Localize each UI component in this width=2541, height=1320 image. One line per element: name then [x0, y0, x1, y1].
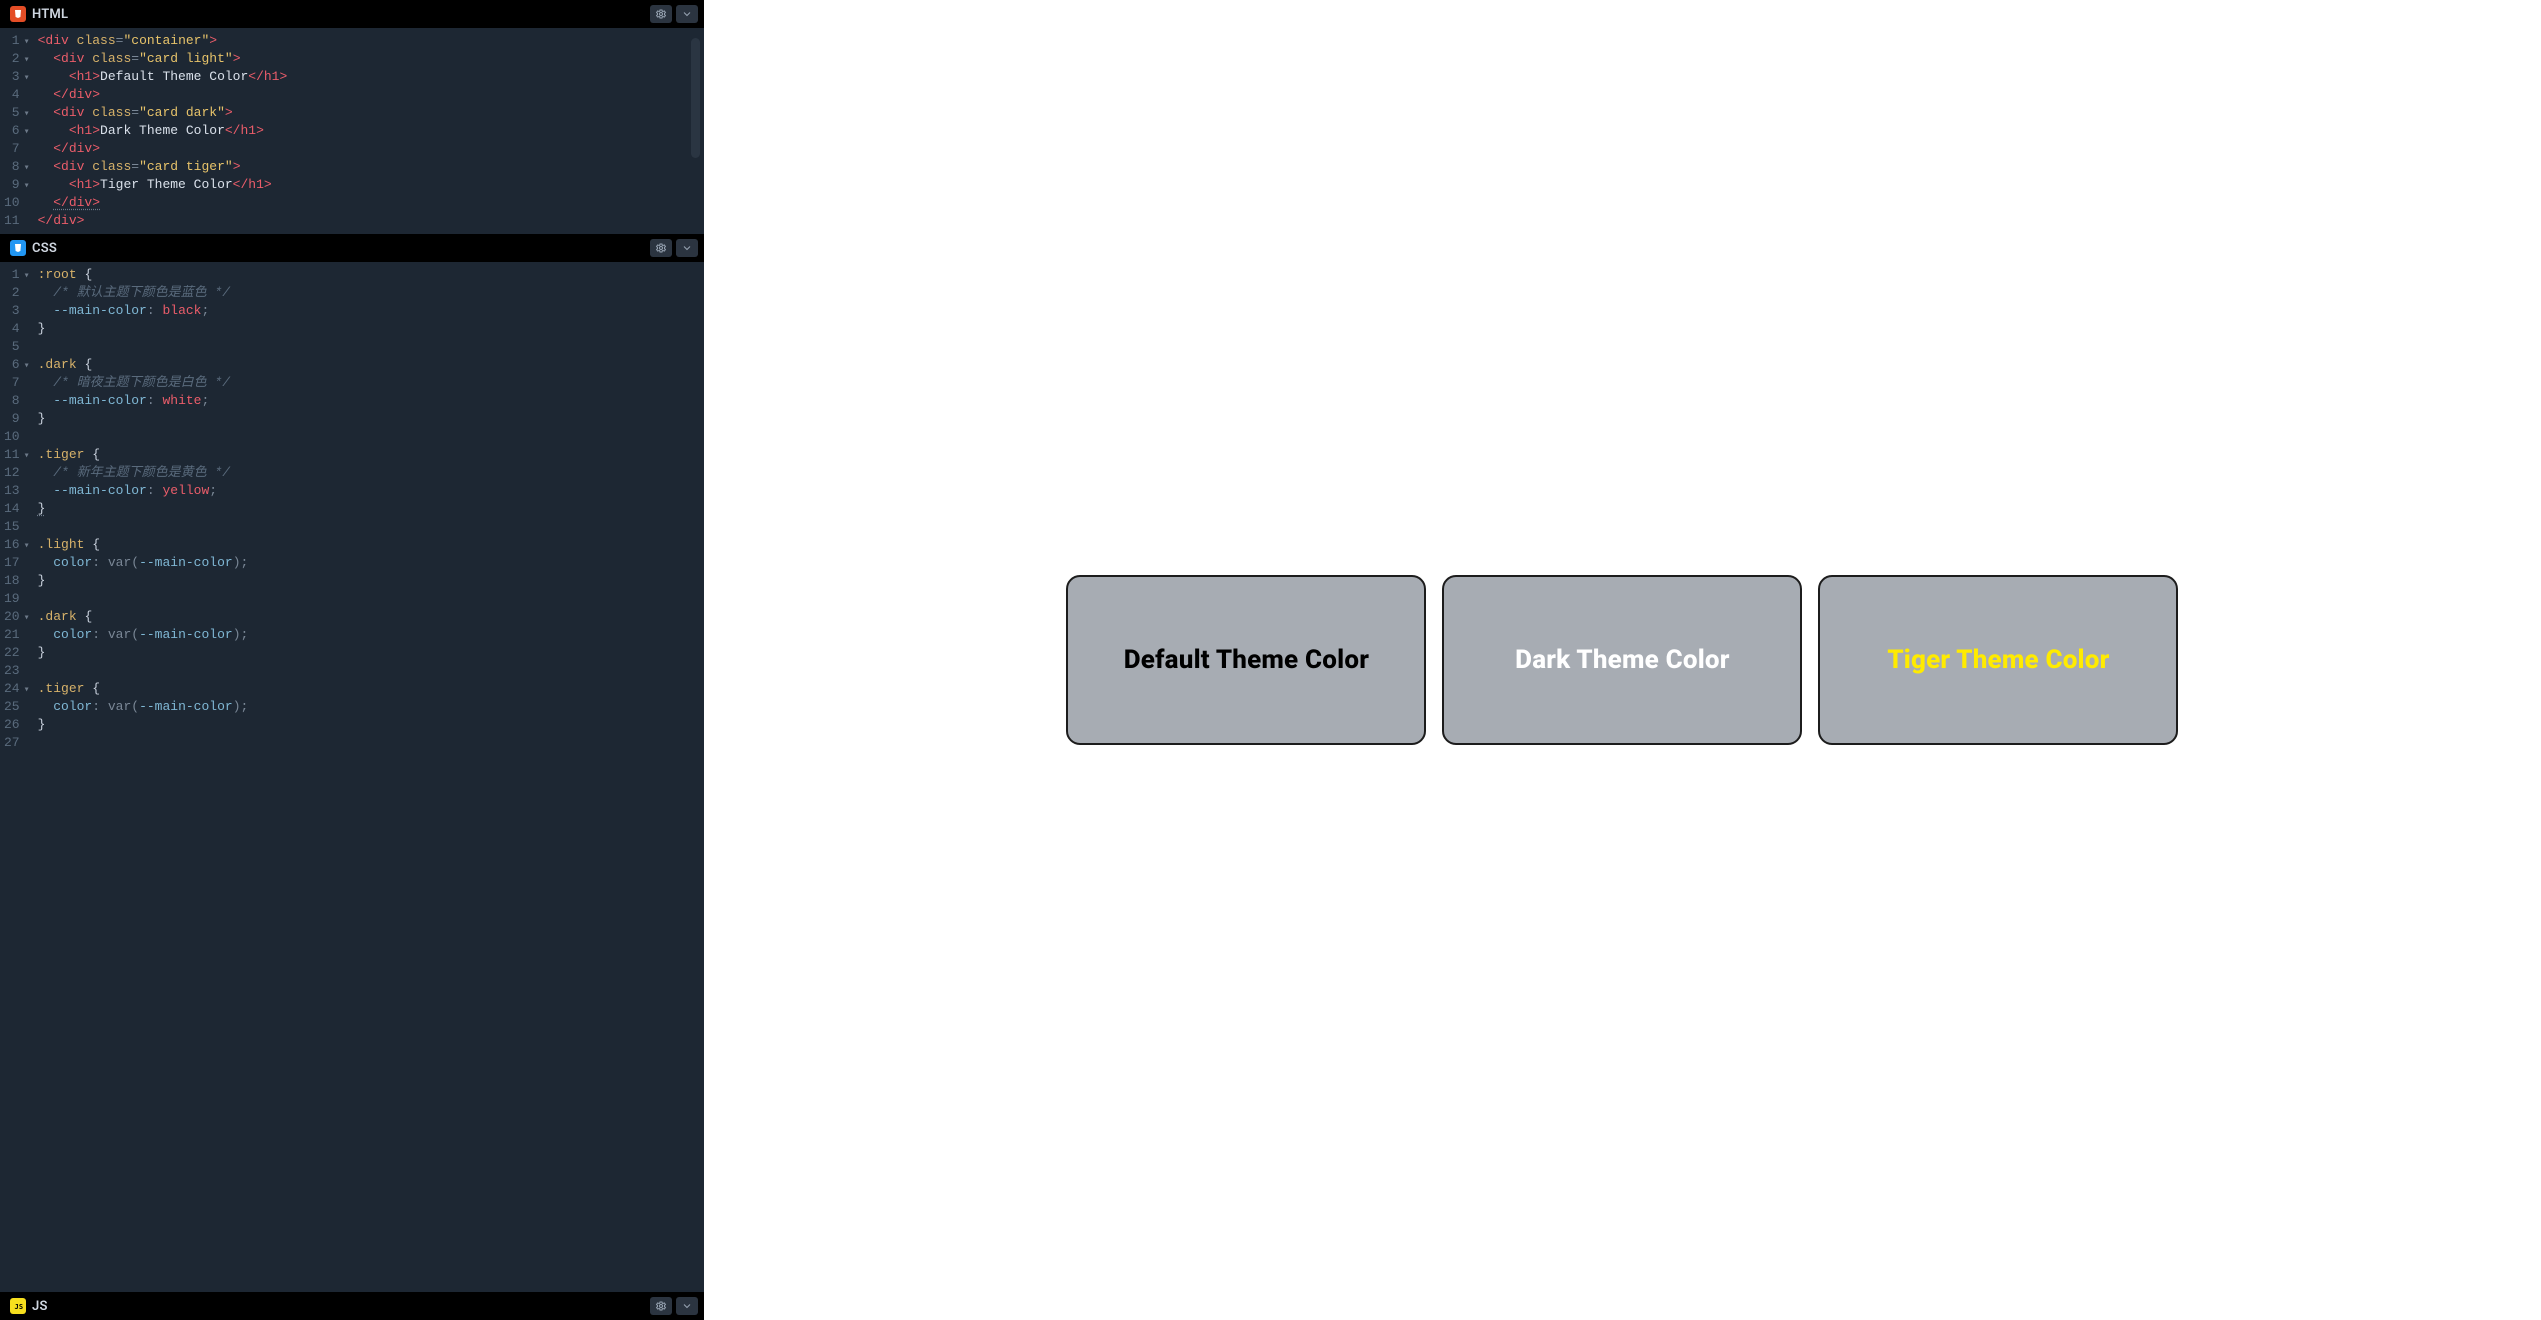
card-dark-heading: Dark Theme Color [1515, 645, 1729, 675]
panel-js-header: JS JS [0, 1292, 704, 1320]
card-light: Default Theme Color [1066, 575, 1426, 745]
js-icon: JS [10, 1298, 26, 1314]
code-editor-html[interactable]: 1 ▾2 ▾3 ▾4 5 ▾6 ▾7 8 ▾9 ▾10 11 <div clas… [0, 28, 704, 234]
gear-icon[interactable] [650, 1297, 672, 1315]
panel-js-title[interactable]: JS JS [6, 1298, 52, 1314]
card-tiger-heading: Tiger Theme Color [1887, 645, 2109, 675]
panel-html-title[interactable]: HTML [6, 6, 72, 22]
panel-css: CSS 1 ▾2 3 4 5 6 ▾7 8 9 10 11 ▾12 13 14 … [0, 234, 704, 1292]
chevron-down-icon[interactable] [676, 239, 698, 257]
panel-js-label: JS [32, 1299, 48, 1314]
panel-html: HTML 1 ▾2 ▾3 ▾4 5 ▾6 ▾7 8 ▾9 ▾10 11 <div… [0, 0, 704, 234]
card-tiger: Tiger Theme Color [1818, 575, 2178, 745]
chevron-down-icon[interactable] [676, 5, 698, 23]
panel-html-header: HTML [0, 0, 704, 28]
panel-js-tools [650, 1297, 698, 1315]
gear-icon[interactable] [650, 239, 672, 257]
scrollbar-thumb[interactable] [691, 38, 700, 158]
css-icon [10, 240, 26, 256]
editor-column: HTML 1 ▾2 ▾3 ▾4 5 ▾6 ▾7 8 ▾9 ▾10 11 <div… [0, 0, 704, 1320]
panel-js: JS JS [0, 1292, 704, 1320]
panel-css-label: CSS [32, 241, 57, 256]
gear-icon[interactable] [650, 5, 672, 23]
card-light-heading: Default Theme Color [1124, 645, 1369, 675]
html-icon [10, 6, 26, 22]
panel-css-header: CSS [0, 234, 704, 262]
code-editor-css[interactable]: 1 ▾2 3 4 5 6 ▾7 8 9 10 11 ▾12 13 14 15 1… [0, 262, 704, 1292]
card-dark: Dark Theme Color [1442, 575, 1802, 745]
svg-text:JS: JS [15, 1303, 24, 1311]
preview-pane: Default Theme Color Dark Theme Color Tig… [704, 0, 2541, 1320]
preview-container: Default Theme Color Dark Theme Color Tig… [704, 575, 2541, 745]
panel-html-tools [650, 5, 698, 23]
chevron-down-icon[interactable] [676, 1297, 698, 1315]
panel-css-tools [650, 239, 698, 257]
panel-html-label: HTML [32, 7, 68, 22]
panel-css-title[interactable]: CSS [6, 240, 61, 256]
